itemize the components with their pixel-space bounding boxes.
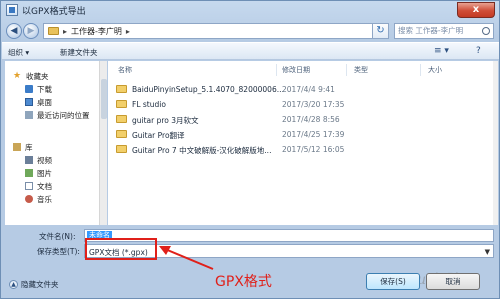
- sidebar-item-favorites[interactable]: ★ 收藏夹: [13, 70, 49, 82]
- list-item[interactable]: BaiduPinyinSetup_5.1.4070_82000006... 20…: [108, 82, 493, 97]
- breadcrumb-item[interactable]: 工作器-李广明: [71, 26, 122, 37]
- scrollbar-thumb[interactable]: [101, 79, 107, 119]
- sidebar-item-documents[interactable]: 文档: [25, 180, 52, 192]
- sidebar-item-label: 音乐: [37, 194, 52, 204]
- column-divider[interactable]: [346, 64, 347, 76]
- folder-icon: [116, 85, 127, 93]
- search-placeholder: 搜索 工作器-李广明: [398, 26, 464, 35]
- cancel-button[interactable]: 取消: [426, 273, 480, 290]
- file-name: Guitar Pro 7 中文破解版-汉化破解版地...: [132, 146, 272, 155]
- sidebar-item-videos[interactable]: 视频: [25, 154, 52, 166]
- view-menu-button[interactable]: ≡ ▾: [434, 46, 449, 56]
- column-header-name[interactable]: 名称: [118, 65, 132, 75]
- sidebar-item-music[interactable]: 音乐: [25, 193, 52, 205]
- breadcrumb-separator-icon: ▸: [63, 26, 68, 36]
- window-title: 以GPX格式导出: [22, 7, 86, 17]
- filetype-label: 保存类型(T):: [37, 247, 80, 256]
- file-date: 2017/5/12 16:05: [282, 145, 345, 154]
- file-list-scrollbar[interactable]: [493, 61, 498, 225]
- sidebar-item-label: 文档: [37, 181, 52, 191]
- toolbar: 组织 ▾ 新建文件夹 ≡ ▾ ?: [2, 42, 499, 60]
- folder-icon: [116, 130, 127, 138]
- file-date: 2017/4/25 17:39: [282, 130, 345, 139]
- refresh-button[interactable]: ↻: [373, 23, 389, 39]
- sidebar-item-desktop[interactable]: 桌面: [25, 96, 52, 108]
- sidebar-scrollbar[interactable]: [99, 61, 107, 225]
- back-button[interactable]: ◀: [6, 23, 22, 39]
- folder-icon: [116, 145, 127, 153]
- file-date: 2017/4/28 8:56: [282, 115, 340, 124]
- folder-icon: [48, 27, 59, 35]
- file-name: FL studio: [132, 100, 166, 109]
- column-divider[interactable]: [420, 64, 421, 76]
- save-button[interactable]: 保存(S): [366, 273, 420, 290]
- column-divider[interactable]: [276, 64, 277, 76]
- organize-button[interactable]: 组织 ▾: [8, 47, 29, 58]
- music-icon: [25, 195, 33, 203]
- document-icon: [25, 182, 33, 190]
- video-icon: [25, 156, 33, 164]
- highlight-box: [85, 238, 157, 260]
- sidebar-item-label: 收藏夹: [26, 71, 49, 81]
- download-folder-icon: [25, 85, 33, 93]
- desktop-icon: [25, 98, 33, 106]
- close-button[interactable]: x: [457, 2, 495, 18]
- annotation-label: GPX格式: [215, 274, 272, 290]
- sidebar-item-pictures[interactable]: 图片: [25, 167, 52, 179]
- chevron-down-icon: ▼: [484, 248, 490, 256]
- breadcrumb-separator-icon: ▸: [125, 26, 130, 36]
- column-header-size[interactable]: 大小: [428, 65, 442, 75]
- new-folder-button[interactable]: 新建文件夹: [60, 47, 98, 58]
- title-bar: 以GPX格式导出 x: [1, 1, 499, 19]
- column-header-type[interactable]: 类型: [354, 65, 368, 75]
- address-row: ◀ ▶ ▸ 工作器-李广明 ▸ ↻ 搜索 工作器-李广明: [1, 20, 499, 42]
- search-icon: [482, 27, 490, 35]
- list-item[interactable]: guitar pro 3月软文 2017/4/28 8:56: [108, 112, 493, 127]
- list-item[interactable]: Guitar Pro翻译 2017/4/25 17:39: [108, 127, 493, 142]
- sidebar-item-label: 图片: [37, 168, 52, 178]
- sidebar-item-label: 库: [25, 142, 33, 152]
- annotation-arrow-icon: [159, 246, 214, 270]
- sidebar-item-downloads[interactable]: 下载: [25, 83, 52, 95]
- hide-folders-toggle[interactable]: ▲ 隐藏文件夹: [9, 279, 59, 290]
- file-name: guitar pro 3月软文: [132, 116, 199, 125]
- recent-places-icon: [25, 111, 33, 119]
- folder-icon: [116, 100, 127, 108]
- help-button[interactable]: ?: [476, 46, 481, 56]
- sidebar-item-libraries[interactable]: 库: [13, 141, 33, 153]
- navigation-pane: ★ 收藏夹 下载 桌面 最近访问的位置 库 视频 图片 文档 音乐: [5, 61, 99, 225]
- sidebar-item-label: 最近访问的位置: [37, 110, 90, 120]
- file-date: 2017/4/4 9:41: [282, 85, 335, 94]
- save-dialog-window: 以GPX格式导出 x ◀ ▶ ▸ 工作器-李广明 ▸ ↻ 搜索 工作器-李广明 …: [0, 0, 500, 299]
- hide-folders-label: 隐藏文件夹: [21, 280, 59, 289]
- list-item[interactable]: FL studio 2017/3/20 17:35: [108, 97, 493, 112]
- forward-button[interactable]: ▶: [23, 23, 39, 39]
- sidebar-item-label: 视频: [37, 155, 52, 165]
- dialog-icon: [6, 4, 18, 16]
- sidebar-item-recent-places[interactable]: 最近访问的位置: [25, 109, 90, 121]
- address-bar[interactable]: ▸ 工作器-李广明 ▸: [43, 23, 373, 39]
- star-icon: ★: [13, 71, 22, 81]
- library-icon: [13, 143, 21, 151]
- picture-icon: [25, 169, 33, 177]
- filename-label: 文件名(N):: [39, 232, 76, 241]
- search-input[interactable]: 搜索 工作器-李广明: [394, 23, 494, 39]
- file-list: 名称 修改日期 类型 大小 BaiduPinyinSetup_5.1.4070_…: [108, 61, 493, 225]
- file-name: Guitar Pro翻译: [132, 131, 185, 140]
- sidebar-item-label: 桌面: [37, 97, 52, 107]
- column-header-date[interactable]: 修改日期: [282, 65, 310, 75]
- folder-icon: [116, 115, 127, 123]
- file-date: 2017/3/20 17:35: [282, 100, 345, 109]
- file-name: BaiduPinyinSetup_5.1.4070_82000006...: [132, 85, 284, 94]
- collapse-icon: ▲: [9, 280, 18, 289]
- list-item[interactable]: Guitar Pro 7 中文破解版-汉化破解版地... 2017/5/12 1…: [108, 142, 493, 157]
- sidebar-item-label: 下载: [37, 84, 52, 94]
